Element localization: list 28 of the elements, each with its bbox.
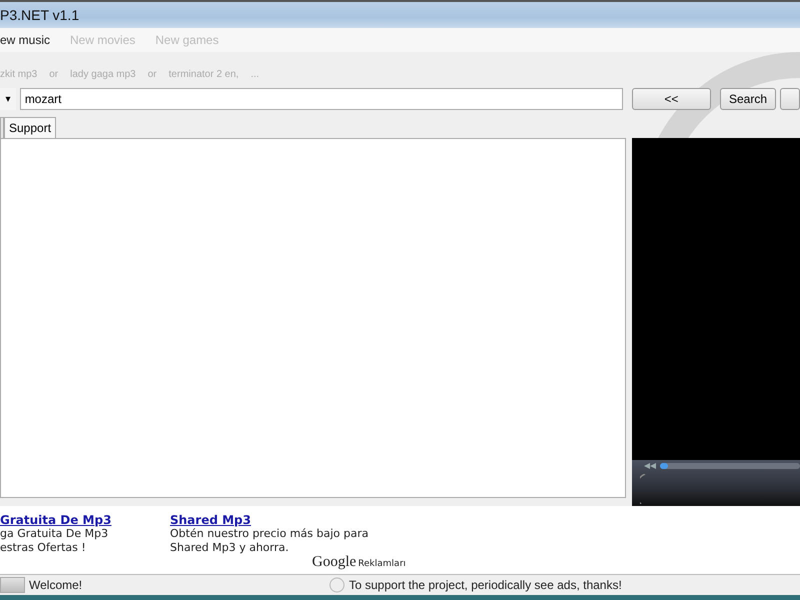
search-button[interactable]: Search [720,88,776,110]
ad-text: Obtén nuestro precio más bajo para [170,526,370,541]
info-icon [329,577,345,593]
status-text: Welcome! [29,578,84,592]
hint-text: lady gaga mp3 [70,68,136,82]
rewind-icon[interactable] [644,462,656,469]
ad-text: Shared Mp3 y ahorra. [170,540,290,555]
dropdown-button[interactable]: ▾ [0,88,16,110]
ad-text: ga Gratuita De Mp3 [0,526,110,541]
hint-text: ... [250,68,260,82]
ad-text: estras Ofertas ! [0,540,87,555]
back-button[interactable]: << [632,88,711,110]
window-title: P3.NET v1.1 [0,7,80,24]
seek-slider[interactable] [660,462,800,469]
ad-link[interactable]: Shared Mp3 [170,512,430,527]
google-logo: Google [312,554,356,571]
tab[interactable] [0,116,4,138]
tab[interactable]: Support [4,116,56,138]
hint-text: or [148,68,157,82]
status-text: To support the project, periodically see ads, thanks! [349,578,622,592]
hint-text: or [49,68,58,82]
hint-text: terminator 2 en, [168,68,239,82]
nav-link[interactable]: ew music [0,32,50,47]
ad-link[interactable]: Gratuita De Mp3 [0,512,170,527]
button[interactable] [780,88,800,110]
search-field[interactable]: mozart [20,88,623,110]
hint-text: zkit mp3 [0,68,38,82]
ads-label: Reklamları [358,558,406,569]
